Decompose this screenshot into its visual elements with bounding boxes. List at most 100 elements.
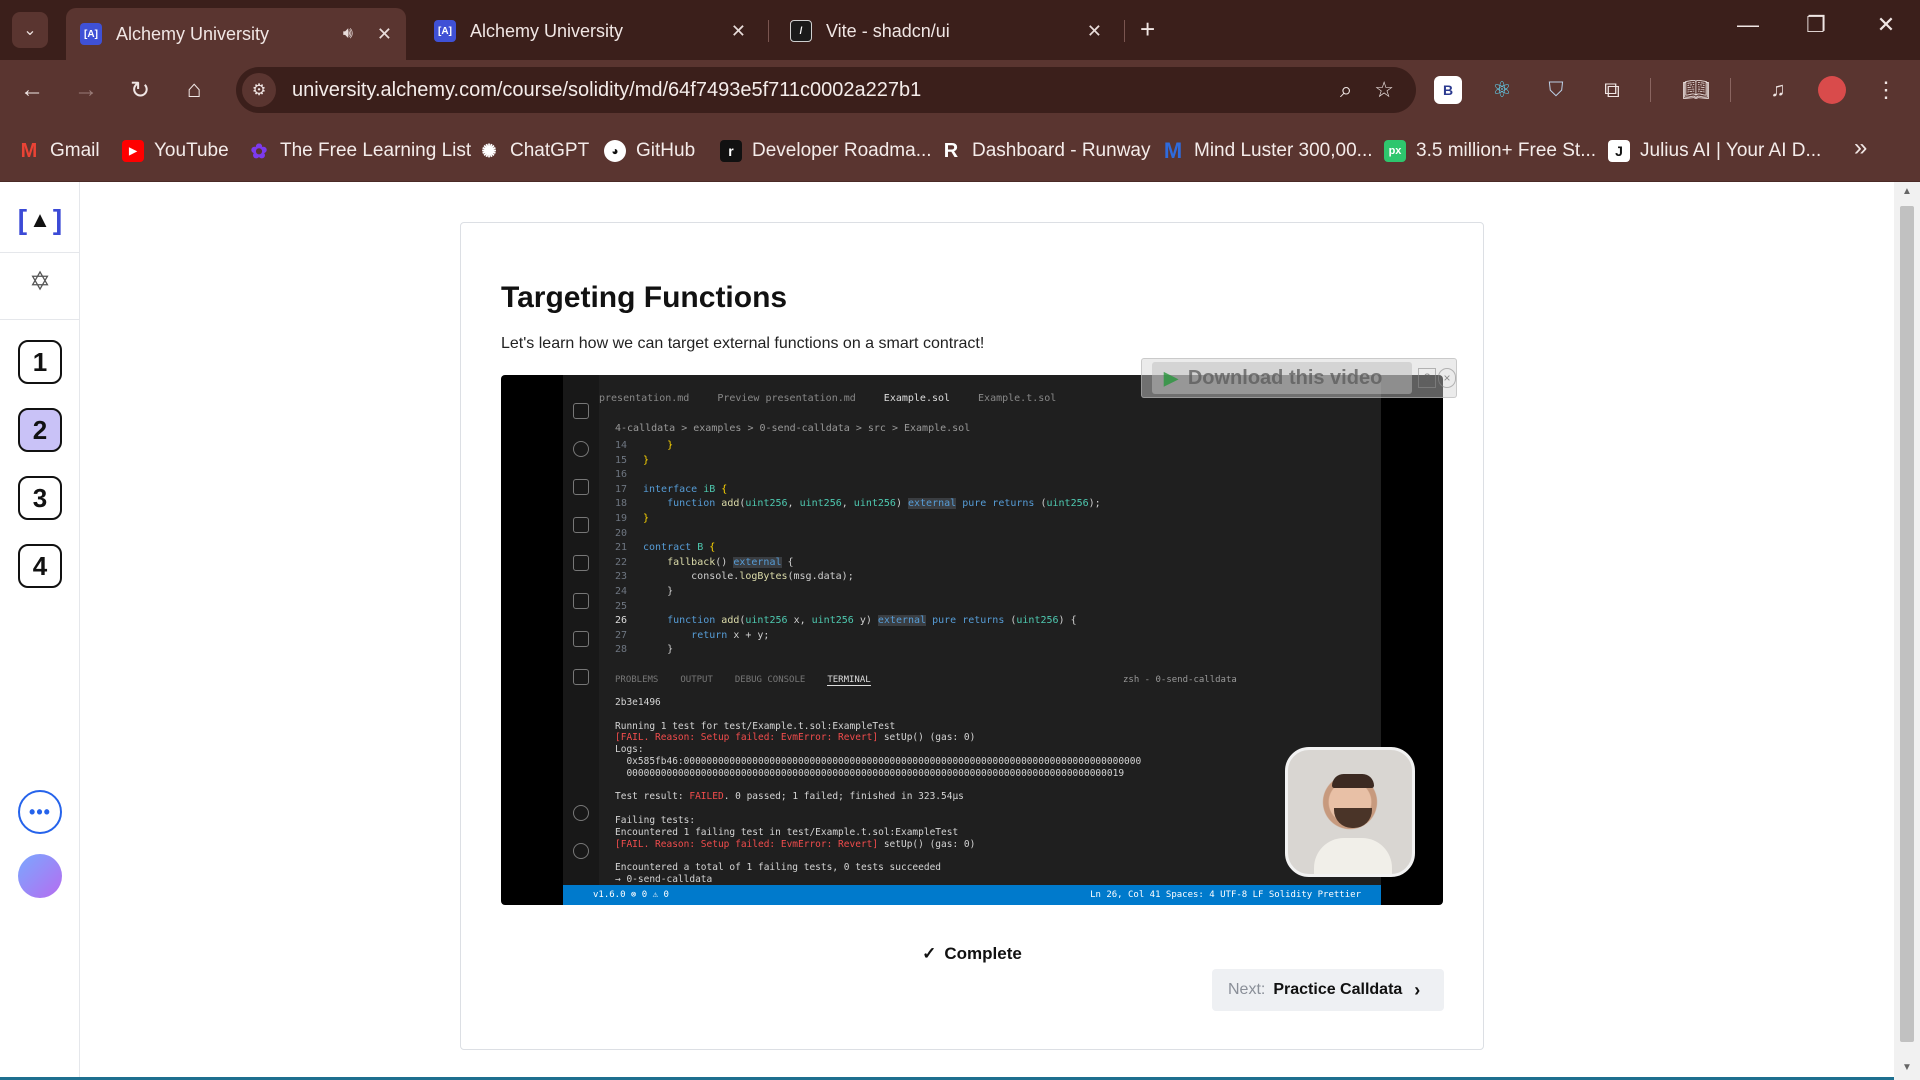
- plus-icon: +: [1140, 14, 1156, 44]
- kebab-menu-icon[interactable]: ⋮: [1872, 76, 1900, 104]
- bookmark-label: The Free Learning List: [280, 140, 472, 161]
- hexagon-network-icon[interactable]: ✡: [26, 266, 54, 300]
- reading-mode-icon[interactable]: 📖︎: [1682, 76, 1710, 104]
- step-1-button[interactable]: 1: [18, 340, 62, 384]
- mindluster-icon: M: [1163, 138, 1183, 163]
- toolbar-separator: [1730, 78, 1731, 102]
- shield-extension-icon[interactable]: ⛉: [1542, 76, 1570, 104]
- tab-title: Alchemy University: [470, 20, 624, 41]
- vite-favicon-icon: /: [790, 20, 812, 42]
- bookmark-pixabay[interactable]: px 3.5 million+ Free St...: [1384, 138, 1596, 164]
- close-window-button[interactable]: ✕: [1866, 12, 1906, 38]
- editor-tab: Preview presentation.md: [717, 393, 856, 404]
- download-video-overlay: ▶ Download this video ? ×: [1141, 358, 1457, 398]
- terminal-panel-tabs: PROBLEMS OUTPUT DEBUG CONSOLE TERMINAL: [615, 675, 871, 686]
- editor-status-bar: v1.6.0 ⊗ 0 ⚠ 0 Ln 26, Col 41 Spaces: 4 U…: [563, 885, 1381, 905]
- close-icon: ✕: [1876, 12, 1896, 37]
- video-player[interactable]: presentation.md Preview presentation.md …: [501, 375, 1443, 905]
- extensions-icon: [573, 517, 589, 533]
- bookmark-youtube[interactable]: ▶ YouTube: [122, 138, 229, 164]
- browser-tab-alchemy-active[interactable]: [A] Alchemy University 🔊︎ ✕: [66, 8, 406, 60]
- extensions-puzzle-icon[interactable]: ⧉: [1598, 76, 1626, 104]
- editor-tab: Example.t.sol: [978, 393, 1057, 404]
- lesson-title: Targeting Functions: [501, 281, 788, 314]
- download-video-button[interactable]: ▶ Download this video: [1152, 362, 1412, 394]
- media-control-icon[interactable]: ♫: [1764, 76, 1792, 104]
- panel-tab-active: TERMINAL: [827, 675, 871, 686]
- browser-tab-alchemy[interactable]: [A] Alchemy University ✕: [420, 8, 760, 54]
- course-sidebar: [▲] ✡ 1 2 3 4 •••: [0, 182, 80, 1080]
- browser-tab-vite[interactable]: / Vite - shadcn/ui ✕: [776, 8, 1116, 54]
- step-4-button[interactable]: 4: [18, 544, 62, 588]
- minimize-button[interactable]: —: [1728, 12, 1768, 38]
- step-2-button[interactable]: 2: [18, 408, 62, 452]
- react-icon[interactable]: ⚛: [1488, 76, 1516, 104]
- restore-button[interactable]: ❐: [1796, 12, 1836, 38]
- address-bar[interactable]: ⚙ university.alchemy.com/course/solidity…: [236, 67, 1416, 113]
- url-text[interactable]: university.alchemy.com/course/solidity/m…: [292, 79, 1340, 102]
- bookmark-chatgpt[interactable]: ✺ ChatGPT: [478, 138, 589, 164]
- close-tab-icon[interactable]: ✕: [731, 21, 746, 42]
- panel-tab: OUTPUT: [680, 675, 713, 685]
- back-button[interactable]: ←: [14, 72, 50, 108]
- complete-status[interactable]: ✓ Complete: [460, 944, 1484, 964]
- runway-icon: R: [943, 139, 959, 162]
- editor-tabs: presentation.md Preview presentation.md …: [599, 393, 1056, 411]
- git-graph-icon: [573, 669, 589, 685]
- step-3-button[interactable]: 3: [18, 476, 62, 520]
- b-extension-icon[interactable]: B: [1434, 76, 1462, 104]
- scroll-down-arrow-icon[interactable]: ▼: [1902, 1062, 1912, 1073]
- bookmark-mind-luster[interactable]: M Mind Luster 300,00...: [1162, 138, 1373, 164]
- scrollbar-thumb[interactable]: [1900, 206, 1914, 1042]
- tab-title: Vite - shadcn/ui: [826, 20, 950, 41]
- close-tab-icon[interactable]: ✕: [1087, 21, 1102, 42]
- docker-icon: [573, 631, 589, 647]
- arrow-left-icon: ←: [20, 76, 44, 103]
- download-close-button[interactable]: ×: [1438, 368, 1456, 388]
- more-bookmarks-chevron-icon[interactable]: »: [1854, 134, 1867, 162]
- reload-button[interactable]: ↻: [122, 72, 158, 108]
- scroll-up-arrow-icon[interactable]: ▲: [1902, 186, 1912, 197]
- bookmark-star-icon[interactable]: ☆: [1374, 77, 1394, 103]
- site-info-button[interactable]: ⚙: [242, 73, 276, 107]
- user-avatar[interactable]: [18, 854, 62, 898]
- ellipsis-icon: •••: [29, 801, 51, 822]
- bookmark-github[interactable]: ◕ GitHub: [604, 138, 695, 164]
- alchemy-favicon-icon: [A]: [434, 20, 456, 42]
- forward-button[interactable]: →: [68, 72, 104, 108]
- alchemy-favicon-icon: [A]: [80, 23, 102, 45]
- status-right: Ln 26, Col 41 Spaces: 4 UTF-8 LF Solidit…: [1090, 890, 1361, 900]
- presenter-hair: [1332, 774, 1374, 788]
- run-debug-icon: [573, 479, 589, 495]
- tab-search-button[interactable]: ⌄: [12, 12, 48, 48]
- page-scrollbar[interactable]: ▲ ▼: [1894, 182, 1920, 1080]
- tab-separator: [1124, 20, 1125, 42]
- bookmark-gmail[interactable]: M Gmail: [18, 138, 100, 164]
- new-tab-button[interactable]: +: [1140, 14, 1155, 45]
- bookmark-runway[interactable]: R Dashboard - Runway: [940, 138, 1151, 164]
- gmail-icon: M: [20, 139, 38, 162]
- speaker-icon[interactable]: 🔊︎: [343, 25, 353, 43]
- account-icon: [573, 805, 589, 821]
- reload-icon: ↻: [129, 76, 151, 104]
- presenter-shirt: [1314, 838, 1392, 874]
- bookmark-free-learning-list[interactable]: ✿ The Free Learning List: [248, 138, 472, 164]
- alchemy-logo[interactable]: [▲]: [18, 200, 62, 240]
- presenter-webcam: [1285, 747, 1415, 877]
- julius-icon: J: [1608, 140, 1630, 162]
- more-options-button[interactable]: •••: [18, 790, 62, 834]
- home-button[interactable]: ⌂: [176, 72, 212, 108]
- bookmark-label: Gmail: [50, 140, 100, 161]
- bookmark-developer-roadmap[interactable]: r Developer Roadma...: [720, 138, 932, 164]
- github-icon: ◕: [604, 140, 626, 162]
- zoom-icon[interactable]: ⌕: [1340, 77, 1352, 103]
- profile-avatar-icon[interactable]: [1818, 76, 1846, 104]
- code-editor-content: 14 } 15} 16 17 interface iB { 18 function…: [615, 440, 1101, 656]
- toolbar-separator: [1650, 78, 1651, 102]
- editor-tab: presentation.md: [599, 393, 690, 404]
- next-lesson-button[interactable]: Next: Practice Calldata ›: [1212, 969, 1444, 1011]
- bookmark-julius-ai[interactable]: J Julius AI | Your AI D...: [1608, 138, 1821, 164]
- close-tab-icon[interactable]: ✕: [377, 24, 392, 45]
- download-help-button[interactable]: ?: [1418, 368, 1436, 388]
- bookmark-label: Dashboard - Runway: [972, 140, 1151, 161]
